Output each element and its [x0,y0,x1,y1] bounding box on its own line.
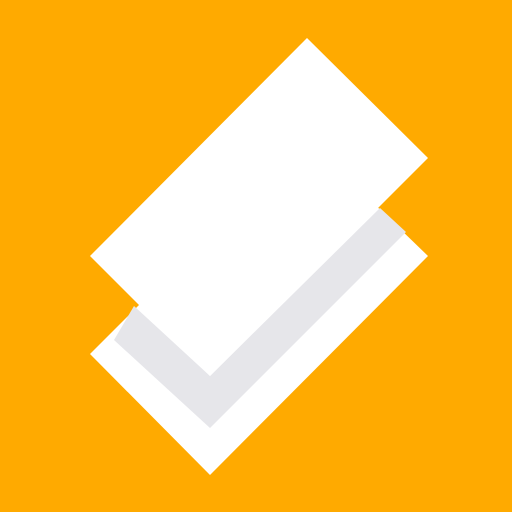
stacked-sheets-icon [0,0,512,512]
app-icon [0,0,512,512]
